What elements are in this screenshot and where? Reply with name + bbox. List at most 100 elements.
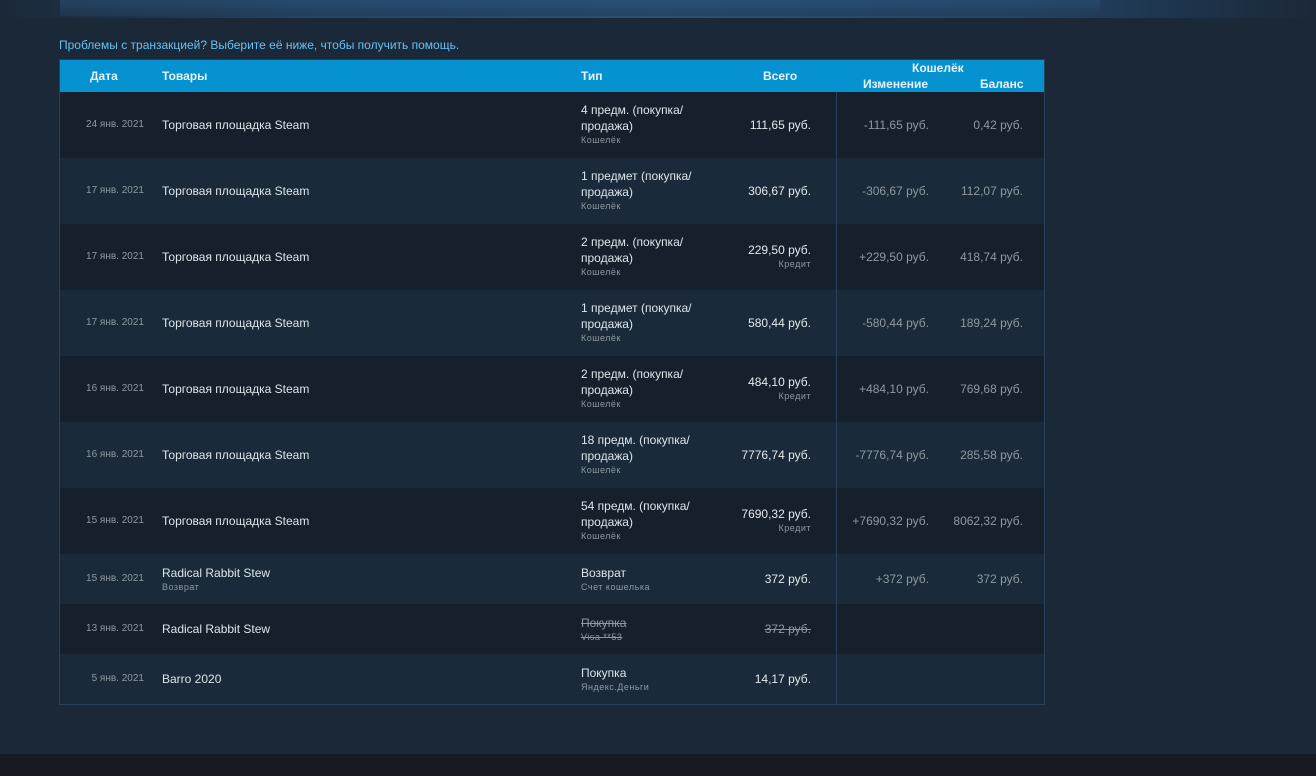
header-change: Изменение [863,77,929,91]
purchase-history-table: Дата Товары Тип Всего Кошелёк Изменение … [59,59,1045,705]
row-wallet-change: -7776,74 руб. [855,448,929,462]
row-item-name: Торговая площадка Steam [162,184,310,198]
row-total-sub: Кредит [778,523,811,533]
row-type: 54 предм. (покупка/продажа) Кошелёк [581,498,721,542]
row-wallet-balance: 418,74 руб. [960,250,1023,264]
row-type-line1: 2 предм. (покупка/ [581,367,684,381]
row-type-line2: продажа) [581,383,633,397]
table-row[interactable]: 15 янв. 2021 Торговая площадка Steam 54 пр… [60,488,1044,554]
row-total: 7776,74 руб. [741,448,811,462]
row-total-value: 484,10 руб. [748,375,811,389]
row-type-sub: Кошелёк [581,399,621,409]
row-total: 306,67 руб. [748,184,811,198]
header-type: Тип [581,69,603,83]
row-date: 17 янв. 2021 [86,317,144,328]
row-type-line1: Возврат [581,566,626,580]
row-type-line1: 1 предмет (покупка/ [581,301,692,315]
row-type-line1: Покупка [581,666,627,680]
table-row[interactable]: 24 янв. 2021 Торговая площадка Steam 4 пре… [60,92,1044,158]
table-row[interactable]: 15 янв. 2021 Radical Rabbit Stew Возврат Во… [60,554,1044,604]
row-item: Barro 2020 [162,672,221,686]
row-total-sub: Кредит [778,391,811,401]
table-header: Дата Товары Тип Всего Кошелёк Изменение … [60,60,1044,92]
row-date: 17 янв. 2021 [86,251,144,262]
row-wallet-change: +484,10 руб. [859,382,929,396]
row-type-line1: 1 предмет (покупка/ [581,169,692,183]
row-total-value: 372 руб. [764,572,811,586]
row-item: Торговая площадка Steam [162,514,309,528]
row-type-line2: продажа) [581,317,633,331]
row-total-value: 229,50 руб. [748,243,811,257]
top-banner-strip [60,0,1100,16]
row-total: 14,17 руб. [755,672,811,686]
row-wallet-balance: 0,42 руб. [973,118,1023,132]
row-wallet-balance: 112,07 руб. [960,184,1023,198]
row-total: 229,50 руб. Кредит [748,243,811,269]
row-type-line2: продажа) [581,119,633,133]
row-item-name: Торговая площадка Steam [162,382,310,396]
row-wallet-change: +372 руб. [875,572,929,586]
row-total-sub: Кредит [778,259,811,269]
header-wallet: Кошелёк [912,61,964,75]
row-item: Торговая площадка Steam [162,316,309,330]
row-wallet-change: -111,65 руб. [863,118,929,132]
row-item: Торговая площадка Steam [162,382,309,396]
row-date: 17 янв. 2021 [86,185,144,196]
row-type-line2: продажа) [581,449,633,463]
row-date: 5 янв. 2021 [91,673,144,684]
row-item-name: Barro 2020 [162,672,222,686]
header-total: Всего [763,69,798,83]
table-row[interactable]: 13 янв. 2021 Radical Rabbit Stew Покупка Vi… [60,604,1044,654]
row-item-name: Торговая площадка Steam [162,316,310,330]
row-wallet-balance: 8062,32 руб. [953,514,1023,528]
row-type-sub: Кошелёк [581,531,621,541]
help-link[interactable]: Проблемы с транзакцией? Выберите её ниже… [59,38,459,52]
table-row[interactable]: 16 янв. 2021 Торговая площадка Steam 2 пре… [60,356,1044,422]
row-type-line2: продажа) [581,251,633,265]
row-type-line1: 4 предм. (покупка/ [581,103,684,117]
row-item: Radical Rabbit Stew [162,622,270,636]
row-type-sub: Visa **53 [581,632,623,642]
row-wallet-balance: 189,24 руб. [960,316,1023,330]
row-date: 16 янв. 2021 [86,449,144,460]
row-item: Торговая площадка Steam [162,184,309,198]
row-total-value: 14,17 руб. [754,672,811,686]
row-type-sub: Кошелёк [581,201,621,211]
row-total: 372 руб. [765,622,811,636]
row-item-name: Radical Rabbit Stew [162,622,271,636]
table-row[interactable]: 17 янв. 2021 Торговая площадка Steam 2 пре… [60,224,1044,290]
row-type-sub: Счет кошелька [581,582,650,592]
row-item: Торговая площадка Steam [162,118,309,132]
row-wallet-balance: 285,58 руб. [960,448,1023,462]
row-date: 16 янв. 2021 [86,383,144,394]
row-type-line2: продажа) [581,515,633,529]
table-row[interactable]: 5 янв. 2021 Barro 2020 Покупка Яндекс.Деньг… [60,654,1044,704]
row-item-name: Торговая площадка Steam [162,118,310,132]
row-wallet-balance: 769,68 руб. [960,382,1023,396]
row-date: 15 янв. 2021 [86,573,144,584]
row-wallet-change: +7690,32 руб. [852,514,929,528]
row-type-sub: Кошелёк [581,333,621,343]
row-item: Торговая площадка Steam [162,448,309,462]
row-type-sub: Кошелёк [581,465,621,475]
table-row[interactable]: 17 янв. 2021 Торговая площадка Steam 1 пре… [60,290,1044,356]
table-row[interactable]: 16 янв. 2021 Торговая площадка Steam 18 пр… [60,422,1044,488]
row-item-name: Торговая площадка Steam [162,250,310,264]
header-balance: Баланс [980,77,1024,91]
header-date: Дата [90,69,118,83]
row-wallet-change: -580,44 руб. [862,316,929,330]
row-total-value: 7690,32 руб. [741,507,811,521]
row-item: Radical Rabbit Stew Возврат [162,566,270,592]
header-items: Товары [162,69,208,83]
row-type: 1 предмет (покупка/продажа) Кошелёк [581,168,721,212]
row-type-line1: 54 предм. (покупка/ [581,499,690,513]
row-type: 4 предм. (покупка/продажа) Кошелёк [581,102,721,146]
row-date: 15 янв. 2021 [86,515,144,526]
row-total-value: 111,65 руб. [749,118,811,132]
footer-bar [0,754,1316,776]
row-wallet-change: +229,50 руб. [859,250,929,264]
table-row[interactable]: 17 янв. 2021 Торговая площадка Steam 1 пре… [60,158,1044,224]
row-total-value: 306,67 руб. [748,184,811,198]
row-type: Покупка Яндекс.Деньги [581,665,721,693]
row-total-value: 372 руб. [764,622,811,636]
